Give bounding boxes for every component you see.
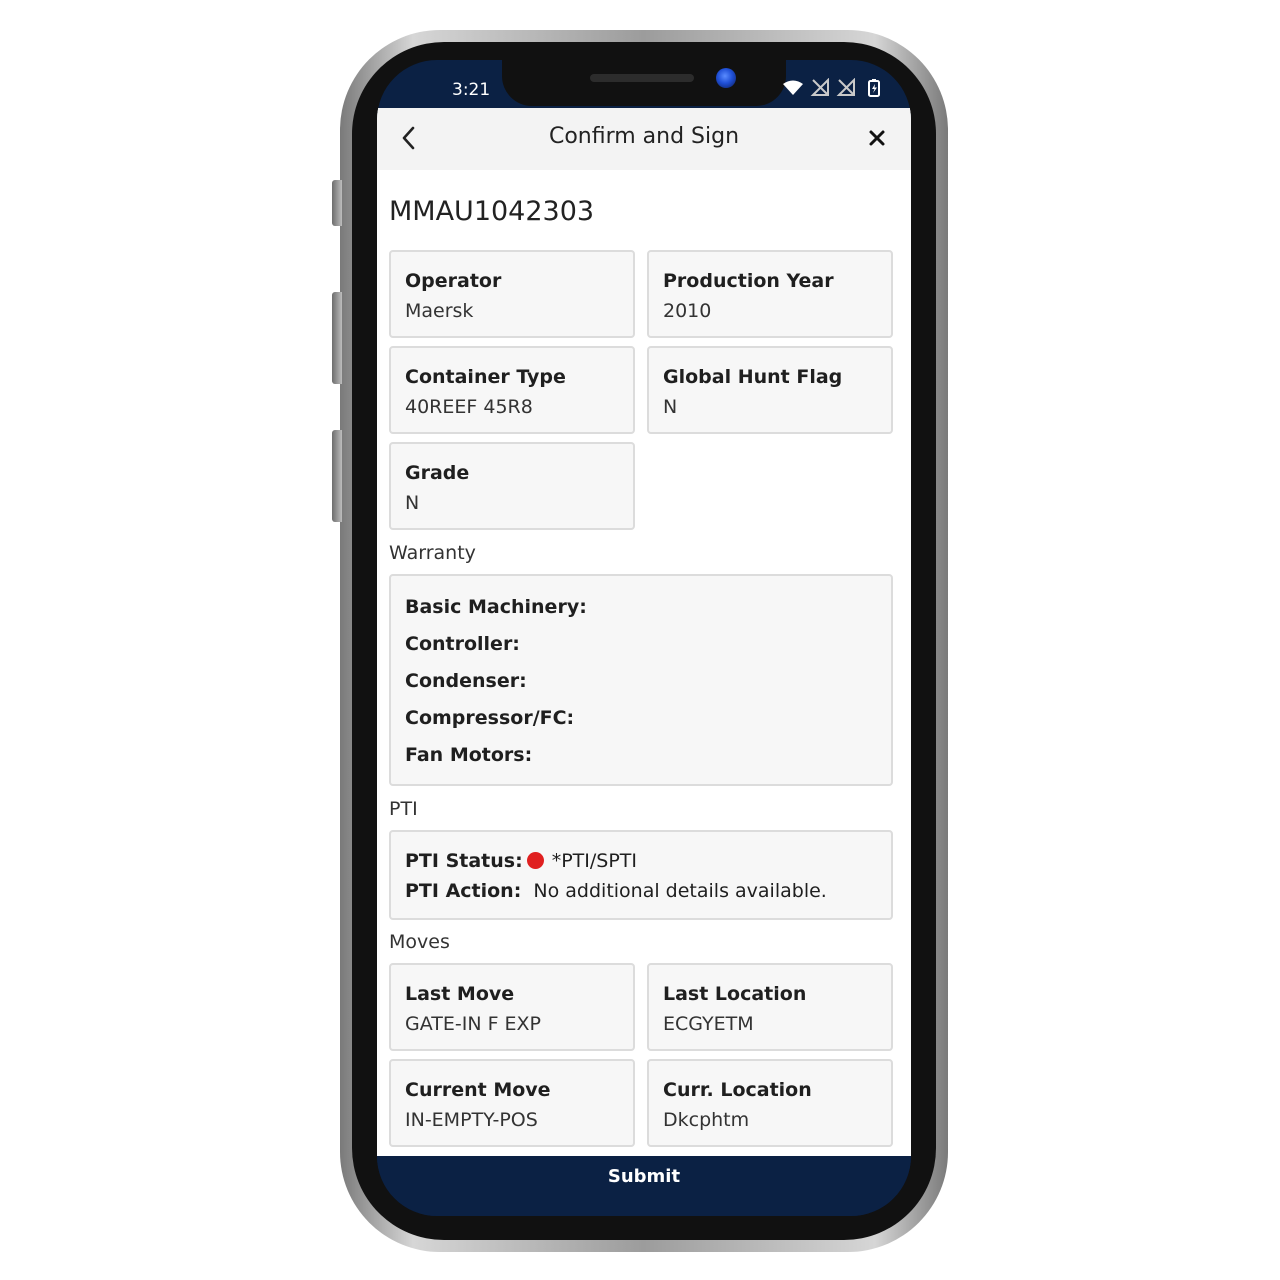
last-location-label: Last Location [663, 983, 807, 1005]
operator-card: Operator Maersk [389, 250, 635, 338]
status-bar: 3:21 [377, 60, 911, 108]
warranty-condenser: Condenser: [405, 670, 527, 692]
pti-section-label: PTI [389, 798, 418, 820]
close-button[interactable] [863, 124, 891, 152]
warranty-section-label: Warranty [389, 542, 476, 564]
submit-button[interactable]: Submit [377, 1166, 911, 1187]
curr-location-card: Curr. Location Dkcphtm [647, 1059, 893, 1147]
operator-label: Operator [405, 270, 502, 292]
container-type-label: Container Type [405, 366, 566, 388]
battery-icon [868, 79, 880, 97]
grade-value: N [405, 492, 420, 514]
pti-card: PTI Status: *PTI/SPTI PTI Action: No addi… [389, 830, 893, 920]
current-move-label: Current Move [405, 1079, 551, 1101]
wifi-icon [783, 80, 803, 95]
operator-value: Maersk [405, 300, 474, 322]
moves-section-label: Moves [389, 931, 450, 953]
warranty-card: Basic Machinery: Controller: Condenser: … [389, 574, 893, 786]
pti-action-line: PTI Action: No additional details availa… [405, 880, 827, 902]
warranty-compressor-fc: Compressor/FC: [405, 707, 575, 729]
last-location-card: Last Location ECGYETM [647, 963, 893, 1051]
pti-action-label: PTI Action: [405, 880, 522, 902]
phone-screen: 3:21 Confirm and Sign MMAU1042303 Operat… [377, 60, 911, 1216]
page-title: Confirm and Sign [548, 124, 740, 149]
container-type-value: 40REEF 45R8 [405, 396, 533, 418]
curr-location-label: Curr. Location [663, 1079, 812, 1101]
app-content: Confirm and Sign MMAU1042303 Operator Ma… [377, 108, 911, 1156]
side-button-silent [332, 180, 342, 226]
production-year-label: Production Year [663, 270, 834, 292]
status-icons [781, 77, 891, 102]
nav-bar: Confirm and Sign [377, 108, 911, 170]
production-year-value: 2010 [663, 300, 712, 322]
global-hunt-flag-label: Global Hunt Flag [663, 366, 843, 388]
close-icon [869, 130, 885, 146]
side-button-volume-down [332, 430, 342, 522]
current-move-card: Current Move IN-EMPTY-POS [389, 1059, 635, 1147]
warranty-fan-motors: Fan Motors: [405, 744, 533, 766]
last-move-label: Last Move [405, 983, 515, 1005]
global-hunt-flag-card: Global Hunt Flag N [647, 346, 893, 434]
side-button-volume-up [332, 292, 342, 384]
submit-bar: Submit [377, 1156, 911, 1216]
global-hunt-flag-value: N [663, 396, 678, 418]
warranty-basic-machinery: Basic Machinery: [405, 596, 587, 618]
grade-label: Grade [405, 462, 470, 484]
notch [502, 60, 786, 106]
pti-action-value: No additional details available. [533, 880, 827, 902]
pti-status-value: *PTI/SPTI [551, 850, 637, 872]
speaker-grille [590, 74, 694, 82]
container-id: MMAU1042303 [389, 196, 595, 227]
curr-location-value: Dkcphtm [663, 1109, 750, 1131]
warranty-controller: Controller: [405, 633, 520, 655]
status-time: 3:21 [452, 80, 491, 100]
no-signal-icon [836, 77, 855, 96]
front-camera [716, 68, 736, 88]
pti-status-dot [526, 852, 544, 869]
last-move-value: GATE-IN F EXP [405, 1013, 542, 1035]
no-signal-icon [810, 77, 829, 96]
pti-status-line: PTI Status: *PTI/SPTI [405, 850, 637, 872]
last-location-value: ECGYETM [663, 1013, 754, 1035]
status-icons-svg [783, 77, 880, 97]
current-move-value: IN-EMPTY-POS [405, 1109, 538, 1131]
pti-status-label: PTI Status: [405, 850, 523, 872]
last-move-card: Last Move GATE-IN F EXP [389, 963, 635, 1051]
grade-card: Grade N [389, 442, 635, 530]
container-type-card: Container Type 40REEF 45R8 [389, 346, 635, 434]
production-year-card: Production Year 2010 [647, 250, 893, 338]
